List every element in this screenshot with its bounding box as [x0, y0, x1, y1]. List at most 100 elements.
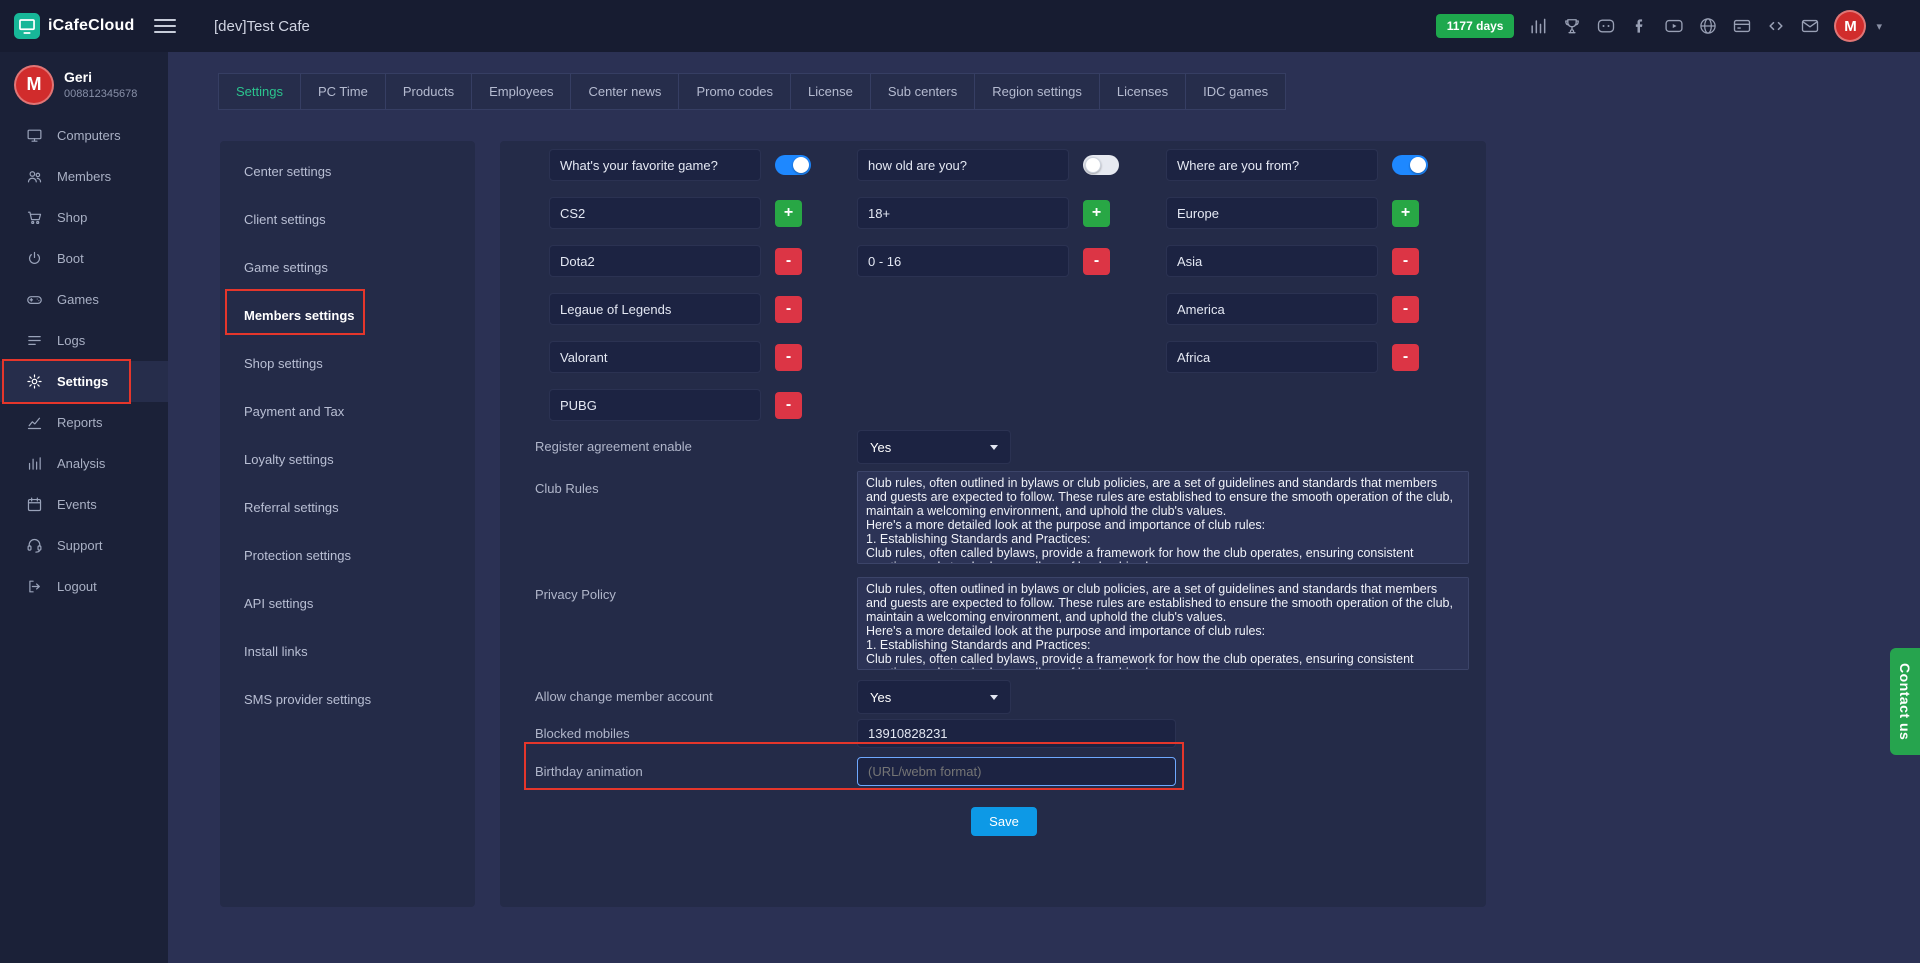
chevron-down-icon[interactable]: ▾: [1876, 20, 1882, 33]
add-option-button[interactable]: +: [1083, 200, 1110, 227]
option-input[interactable]: [1166, 293, 1378, 325]
option-input[interactable]: [549, 341, 761, 373]
remove-option-button[interactable]: -: [775, 248, 802, 275]
sidebar-item-logs[interactable]: Logs: [0, 320, 168, 361]
tab-center-news[interactable]: Center news: [570, 73, 679, 110]
allow-change-member-account-select[interactable]: Yes: [857, 680, 1011, 714]
sidebar-item-label: Reports: [57, 415, 103, 430]
tab-settings[interactable]: Settings: [218, 73, 301, 110]
tab-license[interactable]: License: [790, 73, 871, 110]
user-avatar[interactable]: M: [1834, 10, 1866, 42]
tab-idc-games[interactable]: IDC games: [1185, 73, 1286, 110]
user-avatar: M: [14, 65, 54, 105]
shop-icon: [26, 209, 43, 226]
settings-menu-item-api-settings[interactable]: API settings: [220, 579, 475, 627]
settings-menu-item-payment-and-tax[interactable]: Payment and Tax: [220, 387, 475, 435]
sidebar-item-support[interactable]: Support: [0, 525, 168, 566]
sidebar-item-label: Computers: [57, 128, 121, 143]
register-agreement-value: Yes: [870, 440, 891, 455]
option-input[interactable]: [549, 293, 761, 325]
stats-icon[interactable]: [1528, 16, 1548, 36]
code-icon[interactable]: [1766, 16, 1786, 36]
sidebar-item-logout[interactable]: Logout: [0, 566, 168, 607]
hamburger-menu-icon[interactable]: [154, 15, 176, 37]
remove-option-button[interactable]: -: [1083, 248, 1110, 275]
register-agreement-select[interactable]: Yes: [857, 430, 1011, 464]
club-rules-label: Club Rules: [535, 481, 599, 496]
contact-us-button[interactable]: Contact us: [1890, 648, 1920, 755]
settings-menu-item-client-settings[interactable]: Client settings: [220, 195, 475, 243]
question-input-location[interactable]: [1166, 149, 1378, 181]
add-option-button[interactable]: +: [1392, 200, 1419, 227]
add-option-button[interactable]: +: [775, 200, 802, 227]
blocked-mobiles-input[interactable]: [857, 719, 1176, 748]
settings-menu-item-loyalty-settings[interactable]: Loyalty settings: [220, 435, 475, 483]
question-input-favorite-game[interactable]: [549, 149, 761, 181]
tab-promo-codes[interactable]: Promo codes: [678, 73, 791, 110]
option-input[interactable]: [549, 245, 761, 277]
question-input-age[interactable]: [857, 149, 1069, 181]
option-input[interactable]: [1166, 245, 1378, 277]
sidebar-user: M Geri 008812345678: [0, 52, 168, 115]
remove-option-button[interactable]: -: [1392, 248, 1419, 275]
option-input[interactable]: [857, 245, 1069, 277]
question-toggle-age[interactable]: [1083, 155, 1119, 175]
sidebar-item-settings[interactable]: Settings: [0, 361, 168, 402]
settings-menu-item-protection-settings[interactable]: Protection settings: [220, 531, 475, 579]
tab-region-settings[interactable]: Region settings: [974, 73, 1100, 110]
sidebar-item-members[interactable]: Members: [0, 156, 168, 197]
settings-menu-item-sms-provider-settings[interactable]: SMS provider settings: [220, 675, 475, 723]
mail-icon[interactable]: [1800, 16, 1820, 36]
settings-menu-item-game-settings[interactable]: Game settings: [220, 243, 475, 291]
tab-products[interactable]: Products: [385, 73, 472, 110]
remove-option-button[interactable]: -: [1392, 296, 1419, 323]
sidebar-item-shop[interactable]: Shop: [0, 197, 168, 238]
youtube-icon[interactable]: [1664, 16, 1684, 36]
app-logo[interactable]: iCafeCloud: [0, 13, 150, 39]
license-days-badge[interactable]: 1177 days: [1436, 14, 1515, 38]
settings-menu-item-members-settings[interactable]: Members settings: [220, 291, 475, 339]
members-settings-form: + - - - -: [500, 141, 1486, 907]
club-rules-textarea[interactable]: Club rules, often outlined in bylaws or …: [857, 471, 1469, 564]
tab-pc-time[interactable]: PC Time: [300, 73, 386, 110]
question-toggle-location[interactable]: [1392, 155, 1428, 175]
sidebar-item-label: Settings: [57, 374, 108, 389]
settings-menu-item-center-settings[interactable]: Center settings: [220, 147, 475, 195]
privacy-policy-textarea[interactable]: Club rules, often outlined in bylaws or …: [857, 577, 1469, 670]
sidebar-item-analysis[interactable]: Analysis: [0, 443, 168, 484]
sidebar-item-boot[interactable]: Boot: [0, 238, 168, 279]
boot-icon: [26, 250, 43, 267]
question-toggle-favorite-game[interactable]: [775, 155, 811, 175]
events-icon: [26, 496, 43, 513]
remove-option-button[interactable]: -: [775, 344, 802, 371]
billing-icon[interactable]: [1732, 16, 1752, 36]
birthday-animation-input[interactable]: [857, 757, 1176, 786]
settings-menu-item-referral-settings[interactable]: Referral settings: [220, 483, 475, 531]
icafecloud-logo-icon: [14, 13, 40, 39]
option-input[interactable]: [549, 197, 761, 229]
remove-option-button[interactable]: -: [775, 296, 802, 323]
sidebar-item-reports[interactable]: Reports: [0, 402, 168, 443]
option-input[interactable]: [1166, 197, 1378, 229]
sidebar-item-events[interactable]: Events: [0, 484, 168, 525]
sidebar-item-computers[interactable]: Computers: [0, 115, 168, 156]
allow-change-member-account-label: Allow change member account: [535, 680, 713, 714]
tab-licenses[interactable]: Licenses: [1099, 73, 1186, 110]
sidebar-item-games[interactable]: Games: [0, 279, 168, 320]
discord-icon[interactable]: [1596, 16, 1616, 36]
allow-change-member-account-value: Yes: [870, 690, 891, 705]
globe-icon[interactable]: [1698, 16, 1718, 36]
tab-employees[interactable]: Employees: [471, 73, 571, 110]
option-input[interactable]: [857, 197, 1069, 229]
trophy-icon[interactable]: [1562, 16, 1582, 36]
settings-menu-item-shop-settings[interactable]: Shop settings: [220, 339, 475, 387]
remove-option-button[interactable]: -: [775, 392, 802, 419]
facebook-icon[interactable]: [1630, 16, 1650, 36]
blocked-mobiles-label: Blocked mobiles: [535, 719, 630, 748]
settings-menu-item-install-links[interactable]: Install links: [220, 627, 475, 675]
tab-sub-centers[interactable]: Sub centers: [870, 73, 975, 110]
option-input[interactable]: [1166, 341, 1378, 373]
save-button[interactable]: Save: [971, 807, 1037, 836]
option-input[interactable]: [549, 389, 761, 421]
remove-option-button[interactable]: -: [1392, 344, 1419, 371]
